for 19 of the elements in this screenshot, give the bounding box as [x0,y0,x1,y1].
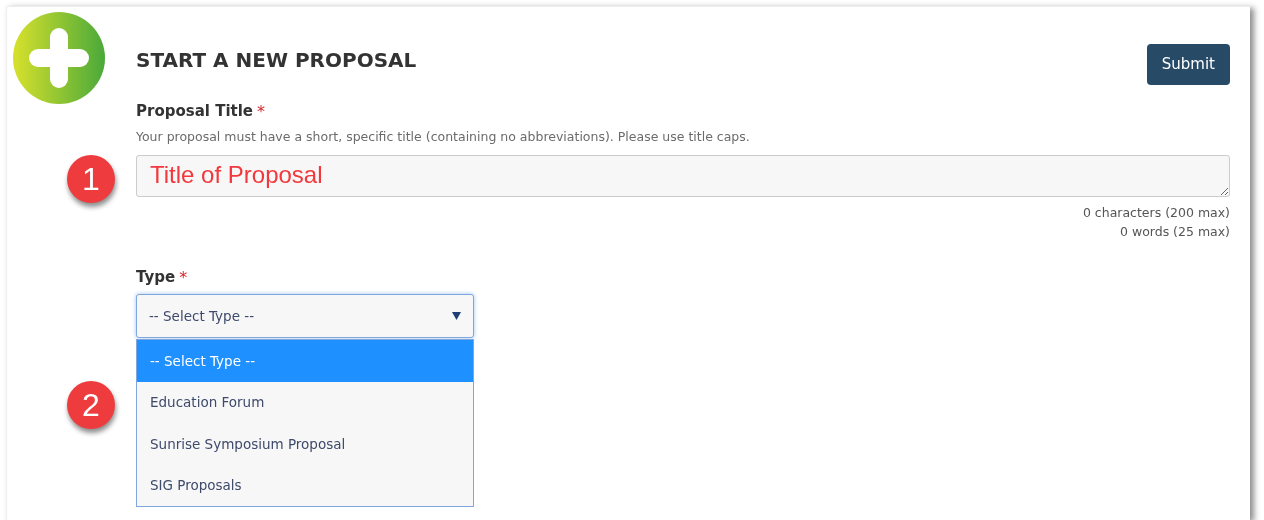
field-label: Proposal Title [136,101,253,122]
step-number-badge: 1 [67,154,115,203]
help-text: Your proposal must have a short, specific title (containing no abbreviations). Please use title caps. [136,128,751,146]
dropdown-caret-icon [452,312,461,321]
select-value: -- Select Type -- [149,307,254,327]
required-mark: * [179,267,188,290]
title-input[interactable]: Title of Proposal [136,154,1230,197]
dropdown-option[interactable]: Education Forum [137,381,473,424]
dropdown-option[interactable]: SIG Proposals [137,464,473,507]
required-mark: * [257,101,265,123]
word-count: 0 words (25 max) [1119,222,1230,241]
submit-button[interactable]: Submit [1146,44,1230,85]
field-label: Type [136,267,176,289]
character-count: 0 characters (200 max) [1081,203,1230,222]
page-title: START A NEW PROPOSAL [136,48,417,72]
step-number-badge: 2 [67,381,115,430]
plus-icon [13,12,105,104]
dropdown-option[interactable]: Sunrise Symposium Proposal [137,423,473,465]
type-select[interactable]: -- Select Type -- [136,294,474,339]
